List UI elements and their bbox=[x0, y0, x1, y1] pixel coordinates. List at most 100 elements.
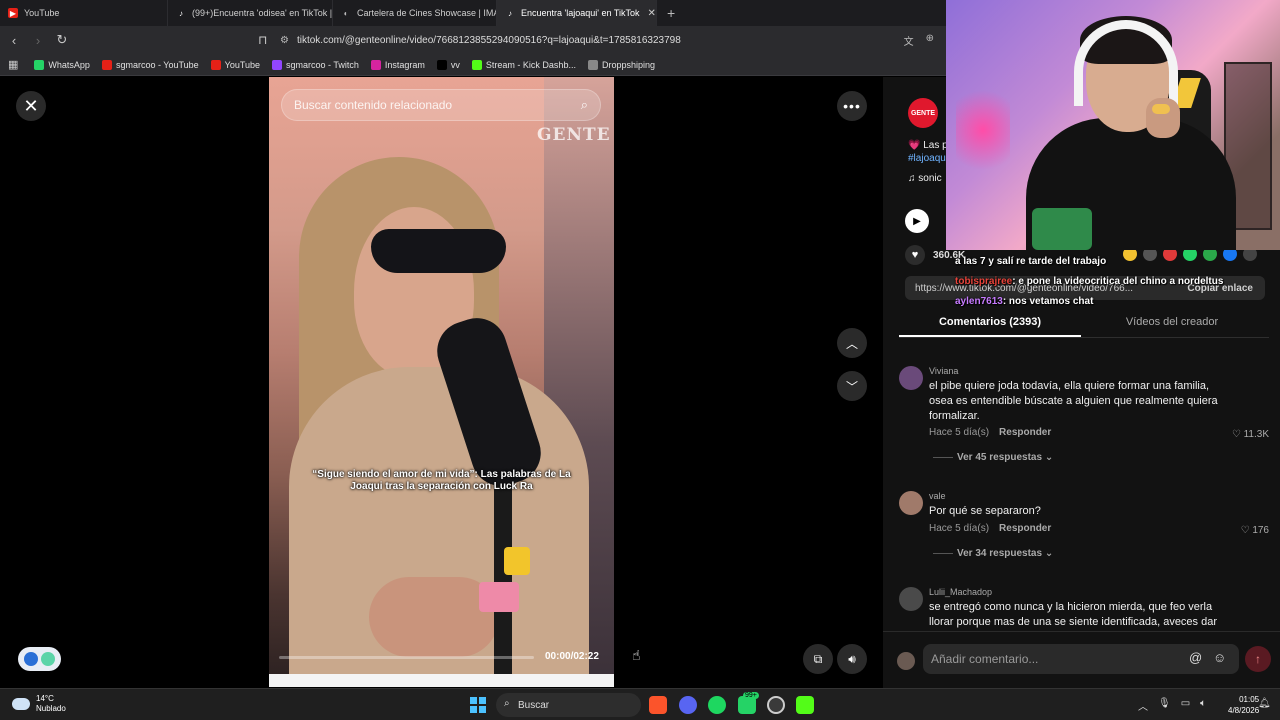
emoji-icon[interactable]: ☺ bbox=[1213, 650, 1226, 665]
search-icon[interactable]: ⌕ bbox=[581, 97, 588, 113]
notification-bell-icon[interactable]: 🔔︎ bbox=[1258, 698, 1271, 709]
network-icon[interactable]: ▭ bbox=[1181, 698, 1190, 713]
tab-creator-videos[interactable]: Vídeos del creador bbox=[1081, 310, 1263, 337]
avatar[interactable] bbox=[899, 366, 923, 390]
microphone-icon[interactable]: 🎙︎ bbox=[1158, 698, 1171, 713]
webcam-food bbox=[1152, 104, 1170, 114]
url-text: tiktok.com/@genteonline/video/7668123855… bbox=[296, 34, 681, 46]
bookmark-favicon-icon bbox=[101, 59, 112, 70]
taskbar-search[interactable]: ⌕ Buscar bbox=[496, 693, 641, 717]
reply-button[interactable]: Responder bbox=[999, 523, 1051, 534]
system-tray: ︿ 🎙︎ ▭ 🔈︎ bbox=[1138, 698, 1206, 713]
apps-grid-icon[interactable]: ▦ bbox=[8, 58, 18, 71]
tab-tiktok-lajoaqui[interactable]: ♪ Encuentra 'lajoaqui' en TikTok ✕ bbox=[497, 0, 657, 26]
comment-user[interactable]: Lulii_Machadop bbox=[929, 587, 992, 597]
floating-widget[interactable] bbox=[18, 647, 61, 671]
tab-cartelera[interactable]: ◐ Cartelera de Cines Showcase | IMAX bbox=[333, 0, 497, 26]
close-video-button[interactable]: ✕ bbox=[16, 91, 46, 121]
youtube-icon: ▶ bbox=[8, 8, 18, 18]
tiktok-icon: ♪ bbox=[508, 8, 512, 18]
send-comment-button[interactable]: ↑ bbox=[1245, 646, 1271, 672]
reply-button[interactable]: Responder bbox=[999, 427, 1051, 438]
comment-input[interactable]: Añadir comentario... @ ☺ bbox=[923, 644, 1239, 674]
sound-link[interactable]: ♫ sonic bbox=[908, 173, 942, 184]
webcam-desk-item bbox=[1032, 208, 1092, 250]
chat-message: aylen7613: nos vetamos chat bbox=[955, 296, 1093, 307]
clock-time: 01:05 bbox=[1239, 695, 1260, 704]
video-frame-pink-cube bbox=[479, 582, 519, 612]
chat-user: aylen7613 bbox=[955, 296, 1003, 307]
video-description: 💗 Las p bbox=[908, 140, 948, 151]
comment-user[interactable]: Viviana bbox=[929, 366, 958, 376]
zoom-icon[interactable]: ⊕ bbox=[926, 33, 934, 48]
comment-likes[interactable]: ♡ 176 bbox=[1241, 525, 1269, 536]
tab-tiktok-odisea[interactable]: ♪ (99+)Encuentra 'odisea' en TikTok | B bbox=[168, 0, 333, 26]
taskbar-search-label: Buscar bbox=[518, 699, 550, 711]
speaker-icon[interactable]: 🔈︎ bbox=[1200, 698, 1206, 713]
bookmark-item[interactable]: vv bbox=[436, 59, 460, 70]
view-replies-button[interactable]: Ver 34 respuestas ⌄ bbox=[933, 548, 1053, 559]
cinema-icon: ◐ bbox=[343, 8, 349, 18]
start-button[interactable] bbox=[470, 697, 486, 713]
bookmark-icon[interactable]: ⊓ bbox=[258, 33, 267, 47]
bookmark-item[interactable]: sgmarcoo - YouTube bbox=[101, 59, 199, 70]
brave-icon[interactable] bbox=[649, 696, 667, 714]
site-info-icon[interactable]: ⚙ bbox=[280, 35, 289, 46]
comment-time: Hace 5 día(s) bbox=[929, 427, 990, 438]
comment-like-count: 176 bbox=[1252, 525, 1269, 536]
forward-icon[interactable]: › bbox=[28, 33, 48, 48]
hashtag-link[interactable]: #lajoaqu bbox=[908, 153, 946, 164]
comment-item: Viviana el pibe quiere joda todavía, ell… bbox=[899, 366, 1269, 466]
bookmark-favicon-icon bbox=[210, 59, 221, 70]
bookmark-label: Instagram bbox=[384, 59, 425, 70]
weather-condition: Nublado bbox=[36, 704, 66, 713]
translate-icon[interactable]: 文 bbox=[904, 33, 914, 48]
heart-icon[interactable]: ♥ bbox=[905, 245, 925, 265]
previous-video-button[interactable]: ︿ bbox=[837, 328, 867, 358]
bookmark-item[interactable]: Droppshiping bbox=[587, 59, 655, 70]
account-avatar[interactable]: GENTE bbox=[908, 98, 938, 128]
chat-message: a las 7 y salí re tarde del trabajo bbox=[955, 256, 1106, 267]
weather-widget[interactable]: 14°C Nublado bbox=[12, 694, 66, 714]
avatar[interactable] bbox=[899, 491, 923, 515]
next-video-button[interactable]: ﹀ bbox=[837, 371, 867, 401]
mention-icon[interactable]: @ bbox=[1189, 650, 1202, 665]
bookmark-label: Droppshiping bbox=[601, 59, 655, 70]
comment-user[interactable]: vale bbox=[929, 491, 946, 501]
discord-icon[interactable] bbox=[679, 696, 697, 714]
video-bottom-strip bbox=[269, 674, 614, 687]
more-options-button[interactable]: ••• bbox=[837, 91, 867, 121]
back-icon[interactable]: ‹ bbox=[4, 33, 24, 48]
obs-icon[interactable] bbox=[767, 696, 785, 714]
spotify-icon[interactable] bbox=[708, 696, 726, 714]
related-search-input[interactable]: Buscar contenido relacionado ⌕ bbox=[281, 89, 601, 121]
volume-icon[interactable]: 🔊︎ bbox=[837, 644, 867, 674]
new-tab-button[interactable]: + bbox=[657, 5, 685, 21]
play-icon[interactable]: ▶ bbox=[905, 209, 929, 233]
miniplayer-icon[interactable]: ⧉ bbox=[803, 644, 833, 674]
kick-icon[interactable] bbox=[796, 696, 814, 714]
bookmark-item[interactable]: WhatsApp bbox=[34, 59, 90, 70]
chat-user: tobisprajree bbox=[955, 276, 1013, 287]
close-tab-icon[interactable]: ✕ bbox=[640, 8, 656, 19]
bookmark-item[interactable]: YouTube bbox=[210, 59, 260, 70]
bookmark-item[interactable]: sgmarcoo - Twitch bbox=[272, 59, 359, 70]
replies-label: Ver 34 respuestas bbox=[957, 548, 1043, 559]
comment-likes[interactable]: ♡ 11.3K bbox=[1232, 429, 1269, 440]
avatar[interactable] bbox=[899, 587, 923, 611]
bookmark-item[interactable]: Instagram bbox=[370, 59, 425, 70]
video-frame-yellow-cube bbox=[504, 547, 530, 575]
bookmark-item[interactable]: Stream - Kick Dashb... bbox=[471, 59, 576, 70]
video-progress-bar[interactable] bbox=[279, 656, 534, 659]
reload-icon[interactable]: ↻ bbox=[52, 32, 72, 48]
chevron-up-icon[interactable]: ︿ bbox=[1138, 698, 1148, 713]
system-clock[interactable]: 01:05 4/8/2026 bbox=[1228, 694, 1259, 716]
tab-comments[interactable]: Comentarios (2393) bbox=[899, 310, 1081, 337]
tab-title: YouTube bbox=[24, 8, 60, 18]
view-replies-button[interactable]: Ver 45 respuestas ⌄ bbox=[933, 452, 1053, 463]
url-field[interactable]: ⊓ ⚙ tiktok.com/@genteonline/video/766812… bbox=[258, 29, 940, 51]
webcam-overlay bbox=[946, 0, 1280, 250]
video-player[interactable]: Buscar contenido relacionado ⌕ GENTE “Si… bbox=[269, 77, 614, 687]
bookmark-label: sgmarcoo - Twitch bbox=[286, 59, 359, 70]
tab-youtube[interactable]: ▶ YouTube bbox=[0, 0, 168, 26]
